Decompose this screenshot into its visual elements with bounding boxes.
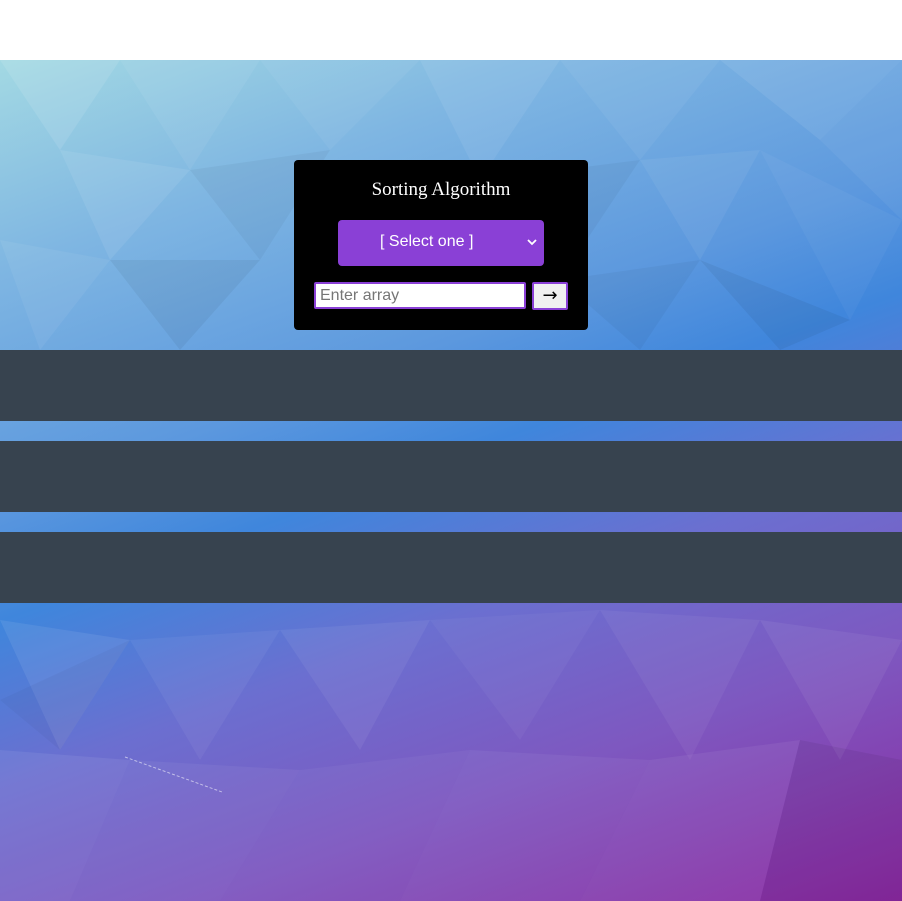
- array-bar-1: [0, 350, 902, 421]
- algorithm-select[interactable]: [ Select one ]: [338, 220, 544, 266]
- array-bar-3: [0, 532, 902, 603]
- sorting-card: Sorting Algorithm [ Select one ] →: [294, 160, 588, 330]
- algorithm-select-value: [ Select one ]: [380, 233, 474, 250]
- array-bar-2: [0, 441, 902, 512]
- array-input[interactable]: [314, 282, 526, 309]
- submit-button[interactable]: →: [532, 282, 568, 310]
- card-title: Sorting Algorithm: [371, 179, 511, 200]
- chevron-down-icon: [527, 239, 537, 246]
- arrow-right-icon: →: [542, 285, 558, 306]
- page: Sorting Algorithm [ Select one ] →: [0, 0, 902, 901]
- top-blank-area: [0, 0, 902, 60]
